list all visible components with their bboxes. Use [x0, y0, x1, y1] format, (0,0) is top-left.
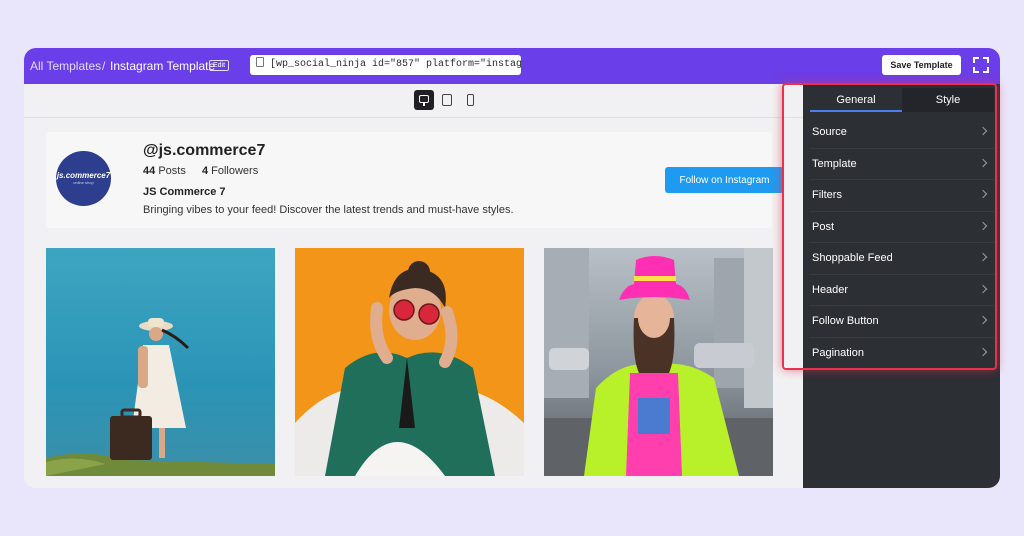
shortcode-text: [wp_social_ninja id="857" platform="inst… [270, 59, 521, 70]
menu-item-label: Filters [812, 189, 842, 201]
editor-window: All Templates / Instagram Template Edit … [24, 48, 1000, 488]
chevron-right-icon [978, 252, 988, 262]
tab-general[interactable]: General [810, 88, 902, 112]
breadcrumb-all-templates[interactable]: All Templates [30, 59, 101, 73]
shortcode-field[interactable]: [wp_social_ninja id="857" platform="inst… [250, 55, 521, 75]
menu-item-follow-button[interactable]: Follow Button [810, 306, 994, 338]
chevron-right-icon [978, 221, 988, 230]
menu-item-template[interactable]: Template [810, 149, 994, 180]
feed-photo[interactable] [544, 248, 773, 476]
chevron-right-icon [978, 126, 988, 136]
settings-menu: Source Template Filters Post Shoppable F… [810, 117, 994, 369]
profile-header: js.commerce7 online shop @js.commerce7 4… [46, 132, 784, 228]
sidebar-tabs: General Style [810, 88, 994, 112]
avatar-text: js.commerce7 [56, 171, 111, 180]
save-template-button[interactable]: Save Template [882, 55, 961, 75]
profile-handle[interactable]: @js.commerce7 [143, 142, 265, 160]
device-switcher [24, 84, 803, 118]
menu-item-post[interactable]: Post [810, 212, 994, 243]
posts-label: Posts [158, 165, 186, 177]
posts-count: 44 [143, 165, 156, 177]
menu-item-label: Header [812, 283, 849, 296]
profile-stats: 44 Posts 4 Followers [143, 165, 258, 177]
chevron-right-icon [978, 158, 988, 167]
feed-photo[interactable] [295, 248, 524, 476]
document-icon [256, 57, 264, 67]
menu-item-label: Source [812, 126, 847, 138]
followers-count: 4 [201, 165, 209, 177]
settings-sidebar: General Style Source Template Filters Po… [803, 84, 1000, 488]
top-bar: All Templates / Instagram Template Edit … [24, 48, 1000, 84]
menu-item-shoppable-feed[interactable]: Shoppable Feed [810, 243, 994, 275]
chevron-right-icon [978, 315, 988, 325]
feed-photo[interactable] [46, 248, 275, 476]
preview-area: js.commerce7 online shop @js.commerce7 4… [24, 84, 803, 488]
menu-item-label: Post [812, 220, 835, 233]
breadcrumb-current: Instagram Template [110, 59, 216, 73]
avatar[interactable]: js.commerce7 online shop [56, 151, 111, 206]
menu-item-label: Template [812, 157, 857, 170]
tablet-icon[interactable] [437, 90, 457, 110]
menu-item-label: Follow Button [812, 315, 879, 327]
menu-item-source[interactable]: Source [810, 117, 994, 149]
edit-title-button[interactable]: Edit [209, 60, 230, 71]
profile-name: JS Commerce 7 [143, 186, 226, 198]
menu-item-pagination[interactable]: Pagination [810, 338, 994, 369]
followers-label: Followers [211, 165, 259, 177]
chevron-right-icon [978, 347, 988, 356]
chevron-right-icon [978, 189, 988, 199]
desktop-icon[interactable] [414, 90, 434, 110]
tab-style[interactable]: Style [902, 88, 994, 112]
fullscreen-icon[interactable] [972, 56, 990, 74]
menu-item-header[interactable]: Header [810, 275, 994, 306]
menu-item-label: Shoppable Feed [812, 252, 893, 264]
mobile-icon[interactable] [460, 90, 480, 110]
menu-item-label: Pagination [812, 346, 864, 359]
chevron-right-icon [978, 284, 988, 293]
follow-on-instagram-button[interactable]: Follow on Instagram [665, 167, 784, 193]
avatar-tagline: online shop [73, 180, 94, 185]
profile-bio: Bringing vibes to your feed! Discover th… [143, 204, 514, 216]
breadcrumb-separator: / [102, 59, 106, 73]
menu-item-filters[interactable]: Filters [810, 180, 994, 212]
